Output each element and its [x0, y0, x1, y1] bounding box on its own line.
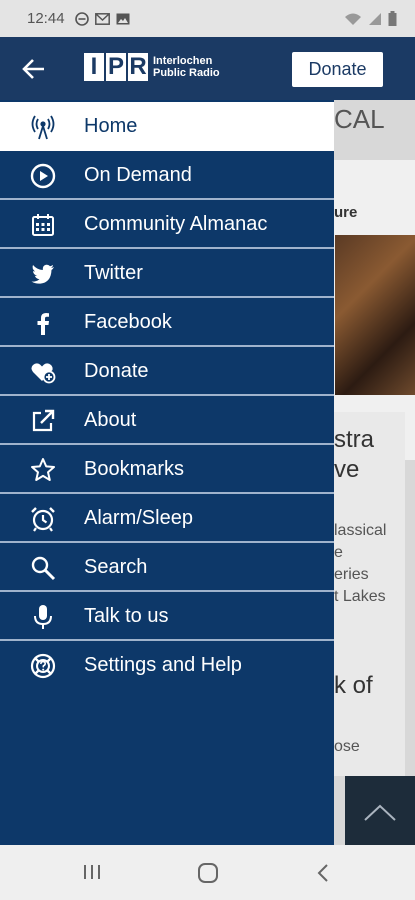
menu-label: Twitter [84, 262, 143, 284]
microphone-icon [30, 604, 56, 630]
menu-item-community-almanac[interactable]: Community Almanac [0, 200, 334, 249]
menu-item-talk-to-us[interactable]: Talk to us [0, 592, 334, 641]
menu-label: Alarm/Sleep [84, 507, 193, 529]
donate-button[interactable]: Donate [292, 52, 383, 87]
external-link-icon [30, 408, 56, 434]
ipr-logo: I P R Interlochen Public Radio [84, 53, 220, 81]
logo-letter-r: R [128, 53, 148, 81]
menu-item-home[interactable]: Home [0, 102, 334, 151]
wifi-icon [345, 13, 361, 25]
story-title-line-1: stra [334, 426, 375, 453]
menu-label: Community Almanac [84, 213, 268, 235]
menu-item-alarm-sleep[interactable]: Alarm/Sleep [0, 494, 334, 543]
story-desc-line-4: t Lakes [334, 588, 386, 605]
story2-title: k of [334, 672, 373, 699]
story-desc-line-3: eries [334, 566, 369, 583]
menu-item-settings-and-help[interactable]: Settings and Help [0, 641, 334, 690]
menu-label: Talk to us [84, 605, 169, 627]
system-navigation-bar [0, 845, 415, 900]
menu-label: On Demand [84, 164, 192, 186]
facebook-icon [30, 310, 56, 336]
menu-item-facebook[interactable]: Facebook [0, 298, 334, 347]
status-time: 12:44 [27, 10, 65, 27]
story-desc-line-2: e [334, 544, 343, 561]
menu-item-search[interactable]: Search [0, 543, 334, 592]
menu-item-about[interactable]: About [0, 396, 334, 445]
status-bar: 12:44 [0, 0, 415, 37]
gmail-icon [94, 12, 110, 25]
logo-letter-i: I [84, 53, 104, 81]
twitter-icon [30, 261, 56, 287]
back-arrow-icon[interactable] [20, 55, 48, 83]
system-back-icon[interactable] [315, 862, 331, 884]
section-title: CAL [334, 104, 385, 134]
logo-line-1: Interlochen [153, 55, 213, 67]
menu-label: Bookmarks [84, 458, 185, 480]
story-desc-line-1: lassical [334, 522, 387, 539]
search-icon [30, 555, 56, 581]
menu-label: Settings and Help [84, 654, 242, 676]
navigation-drawer: Home On Demand Community Almanac Twitter… [0, 100, 334, 845]
feature-label: ure [334, 204, 358, 221]
logo-letter-p: P [106, 53, 126, 81]
chevron-up-icon [364, 804, 396, 821]
menu-item-twitter[interactable]: Twitter [0, 249, 334, 298]
menu-item-donate[interactable]: Donate [0, 347, 334, 396]
recent-apps-icon[interactable] [82, 863, 102, 881]
app-bar: I P R Interlochen Public Radio Donate [0, 37, 415, 100]
story2-desc: ose [334, 738, 360, 755]
menu-label: About [84, 409, 137, 431]
play-circle-icon [30, 163, 56, 189]
heart-plus-icon [30, 359, 56, 385]
orchestra-photo [335, 235, 415, 395]
story-title-line-2: ve [334, 456, 360, 483]
logo-line-2: Public Radio [153, 67, 220, 79]
star-icon [30, 457, 56, 483]
do-not-disturb-icon [74, 11, 89, 26]
menu-label: Search [84, 556, 148, 578]
menu-label: Facebook [84, 311, 172, 333]
scroll-to-top-button[interactable] [345, 776, 415, 845]
battery-icon [388, 11, 397, 26]
alarm-clock-icon [30, 506, 56, 532]
menu-item-on-demand[interactable]: On Demand [0, 151, 334, 200]
calendar-icon [30, 212, 56, 238]
image-icon [116, 13, 130, 24]
help-lifebuoy-icon [30, 653, 56, 679]
menu-label: Donate [84, 360, 149, 382]
signal-icon [369, 12, 381, 25]
menu-label: Home [84, 115, 138, 137]
radio-tower-icon [30, 114, 56, 140]
menu-item-bookmarks[interactable]: Bookmarks [0, 445, 334, 494]
home-icon[interactable] [197, 862, 219, 884]
